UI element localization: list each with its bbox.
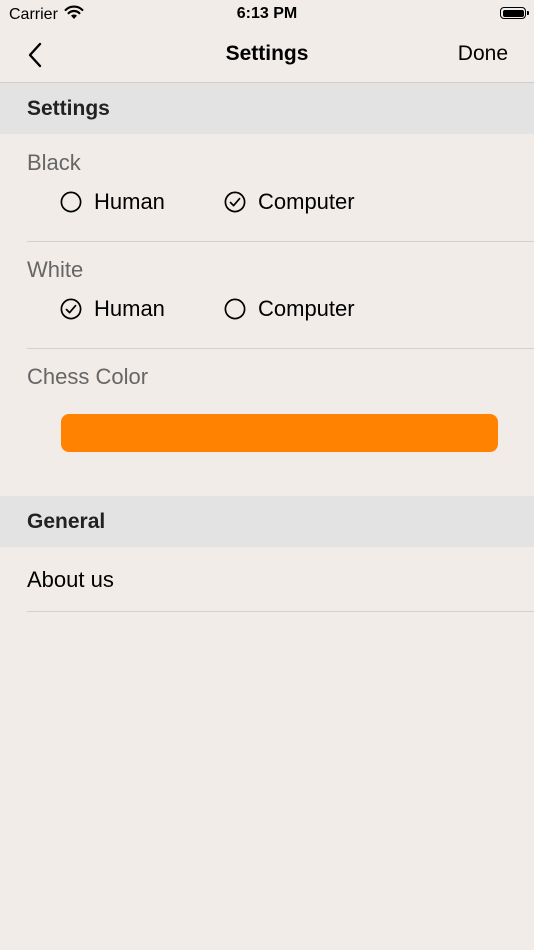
radio-unchecked-icon xyxy=(224,298,246,320)
chess-color-swatch[interactable] xyxy=(61,414,498,452)
black-player-label: Black xyxy=(27,150,81,175)
radio-unchecked-icon xyxy=(60,191,82,213)
white-human-option[interactable]: Human xyxy=(60,296,165,322)
status-bar: Carrier 6:13 PM xyxy=(0,0,534,28)
option-label: Human xyxy=(94,296,165,321)
navigation-bar: Settings Done xyxy=(0,28,534,83)
battery-icon xyxy=(500,7,529,19)
section-header-general: General xyxy=(0,496,534,547)
divider xyxy=(27,611,534,612)
section-header-label: Settings xyxy=(27,97,110,120)
option-label: Computer xyxy=(258,296,355,321)
section-header-settings: Settings xyxy=(0,83,534,134)
white-player-label: White xyxy=(27,257,84,282)
about-us-row[interactable]: About us xyxy=(0,547,534,611)
status-time: 6:13 PM xyxy=(236,5,298,22)
chevron-left-icon xyxy=(28,42,42,68)
done-button[interactable]: Done xyxy=(458,42,508,66)
divider xyxy=(27,348,534,349)
back-button[interactable] xyxy=(18,38,52,72)
radio-checked-icon xyxy=(224,191,246,213)
black-computer-option[interactable]: Computer xyxy=(224,189,355,215)
about-us-label: About us xyxy=(27,567,114,592)
divider xyxy=(27,241,534,242)
radio-checked-icon xyxy=(60,298,82,320)
option-label: Computer xyxy=(258,189,355,214)
black-human-option[interactable]: Human xyxy=(60,189,165,215)
option-label: Human xyxy=(94,189,165,214)
chess-color-label: Chess Color xyxy=(27,364,149,389)
white-computer-option[interactable]: Computer xyxy=(224,296,355,322)
page-title: Settings xyxy=(225,42,309,65)
section-header-label: General xyxy=(27,510,106,533)
